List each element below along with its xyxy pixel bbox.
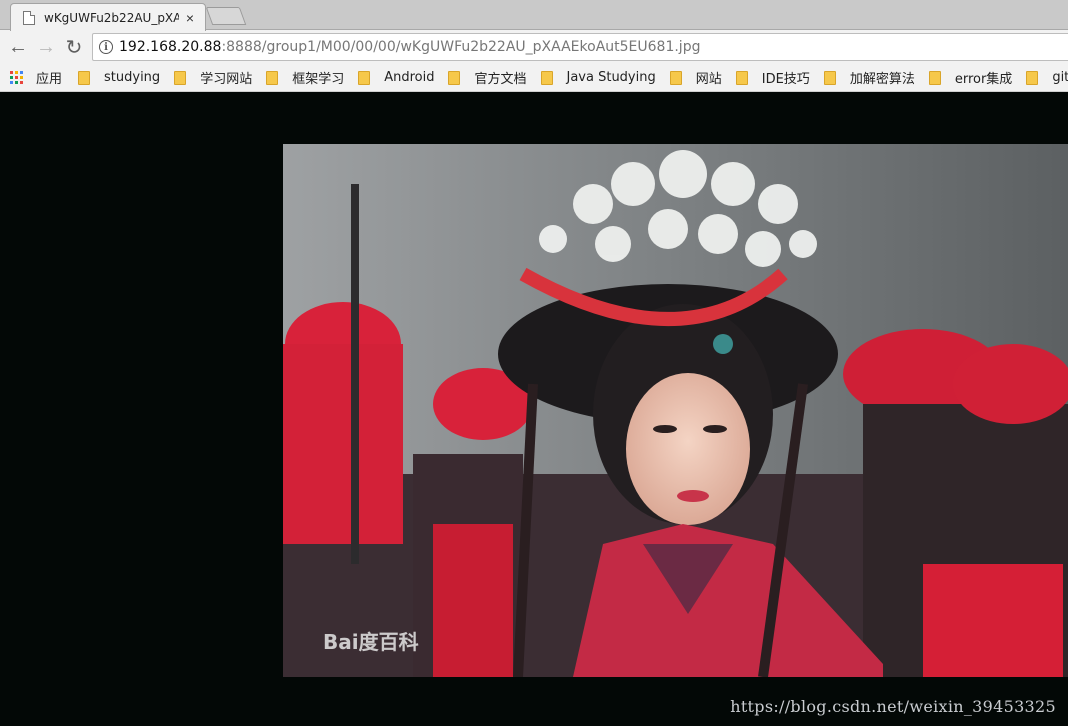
info-icon[interactable]: i (99, 40, 113, 54)
bookmark-label: 网站 (695, 72, 722, 87)
folder-icon (448, 70, 461, 85)
url-host: 192.168.20.88 (119, 39, 222, 55)
folder-icon (358, 70, 371, 85)
folder-icon (928, 70, 941, 85)
folder-icon (78, 70, 91, 85)
bookmark-folder[interactable]: 框架学习 (266, 68, 344, 87)
forward-button[interactable]: → (32, 33, 60, 61)
bookmark-folder[interactable]: Android (358, 70, 434, 85)
folder-icon (735, 70, 748, 85)
folder-icon (823, 70, 836, 85)
bookmark-folder[interactable]: 网站 (669, 68, 722, 87)
bookmark-folder[interactable]: error集成 (928, 68, 1013, 87)
new-tab-button[interactable] (205, 7, 247, 25)
document-icon (23, 10, 35, 25)
address-bar[interactable]: i 192.168.20.88:8888/group1/M00/00/00/wK… (92, 33, 1068, 61)
browser-tab[interactable]: wKgUWFu2b22AU_pXAAEkoAut5EU681.jpg × (10, 3, 206, 31)
bookmark-folder[interactable]: IDE技巧 (735, 68, 810, 87)
bookmark-label: Java Studying (566, 70, 656, 85)
url-text[interactable]: 192.168.20.88:8888/group1/M00/00/00/wKgU… (119, 39, 700, 55)
image-viewport: Bai度百科 https://blog.csdn.net/weixin_3945… (0, 93, 1068, 726)
bookmark-label: error集成 (954, 72, 1013, 87)
bookmark-label: git useful (1052, 70, 1068, 85)
bookmark-folder[interactable]: 官方文档 (448, 68, 527, 87)
bookmark-label: 学习网站 (200, 72, 253, 87)
folder-icon (266, 70, 279, 85)
bookmark-folder[interactable]: studying (78, 70, 160, 85)
bookmark-folder[interactable]: git useful (1026, 70, 1068, 85)
reload-button[interactable]: ↻ (60, 33, 88, 61)
folder-icon (540, 70, 553, 85)
back-button[interactable]: ← (4, 33, 32, 61)
baidu-baike-logo: Bai度百科 (323, 630, 419, 654)
folder-icon (669, 70, 682, 85)
photo-illustration: Bai度百科 (283, 144, 1068, 677)
tab-strip: wKgUWFu2b22AU_pXAAEkoAut5EU681.jpg × (0, 0, 1068, 31)
url-path: :8888/group1/M00/00/00/wKgUWFu2b22AU_pXA… (221, 39, 701, 55)
toolbar: ← → ↻ i 192.168.20.88:8888/group1/M00/00… (0, 30, 1068, 64)
bookmark-folder[interactable]: 加解密算法 (823, 68, 915, 87)
bookmarks-bar: 应用 studying 学习网站 框架学习 Android 官方文档 Java … (0, 64, 1068, 92)
bookmark-label: 官方文档 (474, 72, 527, 87)
apps-grid-icon[interactable] (10, 70, 24, 85)
bookmark-label: 框架学习 (292, 72, 345, 87)
bookmark-folder[interactable]: 学习网站 (174, 68, 252, 87)
bookmark-folder[interactable]: Java Studying (540, 70, 656, 85)
tab-title: wKgUWFu2b22AU_pXAAEkoAut5EU681.jpg (44, 10, 179, 25)
displayed-photo: Bai度百科 (283, 144, 1068, 677)
bookmark-label: studying (104, 70, 161, 85)
apps-bookmark[interactable]: 应用 (36, 68, 62, 87)
bookmark-label: 加解密算法 (849, 72, 915, 87)
folder-icon (1026, 70, 1039, 85)
bookmark-label: IDE技巧 (761, 72, 810, 87)
bookmark-label: Android (384, 70, 435, 85)
watermark-text: https://blog.csdn.net/weixin_39453325 (730, 697, 1056, 716)
close-tab-icon[interactable]: × (183, 10, 197, 26)
folder-icon (174, 70, 187, 85)
